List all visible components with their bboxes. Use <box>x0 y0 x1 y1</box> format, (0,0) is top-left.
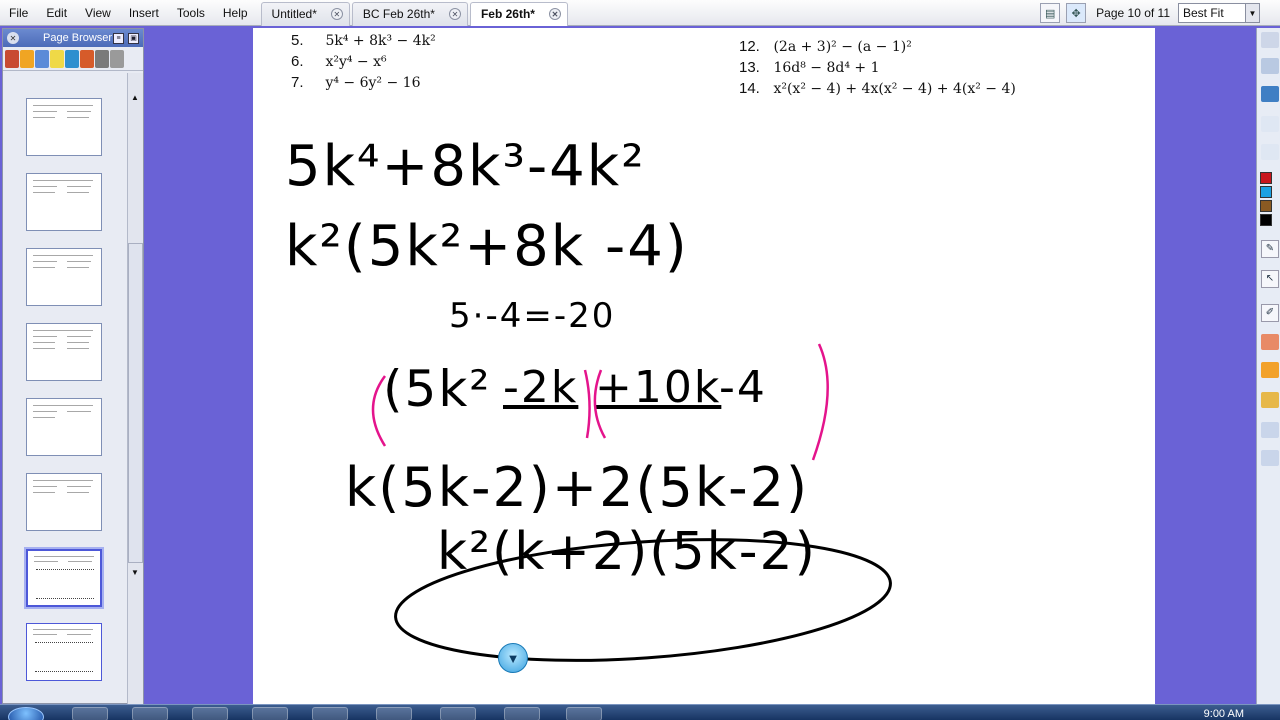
mail-taskbar-icon[interactable] <box>252 707 288 720</box>
tool-select-icon[interactable] <box>1261 32 1279 48</box>
page-browser-title: Page Browser <box>43 32 113 44</box>
reveal-icon[interactable] <box>1261 422 1279 438</box>
smart-taskbar-icon[interactable] <box>566 707 602 720</box>
flipchart-icon[interactable] <box>80 49 94 68</box>
text-icon[interactable] <box>1261 392 1279 408</box>
zoom-fit-value: Best Fit <box>1183 6 1224 20</box>
page-thumbnail-1[interactable] <box>26 98 102 156</box>
menu-bar: File Edit View Insert Tools Help Untitle… <box>0 0 1280 26</box>
tab-bc-feb-26th[interactable]: BC Feb 26th* ✕ <box>351 1 468 26</box>
tools-taskbar-icon[interactable] <box>504 707 540 720</box>
shape-icon[interactable] <box>1261 334 1279 350</box>
close-icon[interactable]: ✕ <box>548 8 561 20</box>
tool-eraser-icon[interactable] <box>1261 144 1279 160</box>
page-thumbnail-current[interactable] <box>24 547 104 609</box>
chevron-down-icon[interactable]: ▼ <box>1245 4 1259 22</box>
chevron-up-icon[interactable]: ▲ <box>131 93 139 102</box>
tab-untitled[interactable]: Untitled* ✕ <box>260 1 350 26</box>
explorer-taskbar-icon[interactable] <box>132 707 168 720</box>
attachments-icon[interactable] <box>35 49 49 68</box>
page-thumbnail-2[interactable] <box>26 173 102 231</box>
answer-circle <box>394 538 892 662</box>
color-brown-icon[interactable] <box>1260 200 1272 212</box>
tools-icon[interactable] <box>95 49 109 68</box>
pink-paren-open-2 <box>593 369 607 439</box>
chrome-taskbar-icon[interactable] <box>376 707 412 720</box>
taskbar: 9:00 AM <box>0 704 1280 720</box>
page-thumbnail-6[interactable] <box>26 473 102 531</box>
menu-insert[interactable]: Insert <box>120 2 168 24</box>
pin-icon[interactable]: ▣ <box>128 32 139 44</box>
add-ons-icon[interactable] <box>110 49 124 68</box>
page-thumbnail-list <box>3 73 121 705</box>
select-cursor-icon[interactable]: ↖ <box>1261 270 1279 288</box>
color-blue-icon[interactable] <box>1260 186 1272 198</box>
page-browser-side-rail: ▲ ▼ <box>127 73 143 705</box>
ink-strokes <box>371 343 892 662</box>
page-sorter-icon[interactable] <box>5 49 19 68</box>
page-thumbnail-3[interactable] <box>26 248 102 306</box>
color-red-icon[interactable] <box>1260 172 1272 184</box>
side-tabs-toolbar <box>3 47 143 71</box>
tab-label: Untitled* <box>271 7 317 21</box>
menu-edit[interactable]: Edit <box>37 2 76 24</box>
start-button-icon[interactable] <box>8 707 44 720</box>
gallery-icon[interactable] <box>20 49 34 68</box>
media-taskbar-icon[interactable] <box>192 707 228 720</box>
page-browser-header: ✕ Page Browser ≡ ▣ <box>3 29 143 47</box>
page-view-icon[interactable]: ▤ <box>1040 3 1061 23</box>
tool-arrow-icon[interactable] <box>1261 116 1279 132</box>
tool-browser-icon[interactable] <box>1261 86 1279 102</box>
close-icon[interactable]: ✕ <box>7 32 19 44</box>
tab-label: BC Feb 26th* <box>362 7 435 21</box>
page-thumbnail-5[interactable] <box>26 398 102 456</box>
chevron-down-icon[interactable]: ▼ <box>131 568 139 577</box>
tab-label: Feb 26th* <box>480 7 535 21</box>
color-black-icon[interactable] <box>1260 214 1272 226</box>
menu-help[interactable]: Help <box>214 2 257 24</box>
menu-tools[interactable]: Tools <box>168 2 214 24</box>
document-tabs: Untitled* ✕ BC Feb 26th* ✕ Feb 26th* ✕ <box>260 0 570 26</box>
tab-feb-26th[interactable]: Feb 26th* ✕ <box>469 1 568 26</box>
spotlight-icon[interactable] <box>1261 450 1279 466</box>
menu-icon[interactable]: ≡ <box>113 32 124 44</box>
page-browser-panel: ✕ Page Browser ≡ ▣ ▲ ▼ <box>2 28 144 705</box>
right-toolbox: ✎ ↖ ✐ <box>1256 28 1280 704</box>
page-indicator: Page 10 of 11 <box>1096 6 1170 20</box>
close-icon[interactable]: ✕ <box>448 8 461 20</box>
scrollbar-thumb[interactable] <box>128 243 143 563</box>
notes-icon[interactable] <box>50 49 64 68</box>
app-taskbar-icon[interactable] <box>312 707 348 720</box>
page-thumbnail-11[interactable] <box>26 623 102 681</box>
menu-view[interactable]: View <box>76 2 120 24</box>
flipchart-page[interactable]: 5. 5k⁴ + 8k³ − 4k² 6. x²y⁴ − x⁶ 7. y⁴ − … <box>253 28 1155 704</box>
tool-main-icon[interactable] <box>1261 58 1279 74</box>
highlighter-icon[interactable]: ✐ <box>1261 304 1279 322</box>
zoom-fit-select[interactable]: Best Fit ▼ <box>1178 3 1260 23</box>
pink-paren-close-2 <box>811 343 829 461</box>
clock: 9:00 AM <box>1203 708 1244 720</box>
close-icon[interactable]: ✕ <box>330 8 343 20</box>
menu-file[interactable]: File <box>0 2 37 24</box>
properties-icon[interactable] <box>65 49 79 68</box>
ie-taskbar-icon[interactable] <box>440 707 476 720</box>
pen-icon[interactable]: ✎ <box>1261 240 1279 258</box>
page-thumbnail-4[interactable] <box>26 323 102 381</box>
browser-taskbar-icon[interactable] <box>72 707 108 720</box>
fill-icon[interactable] <box>1261 362 1279 378</box>
full-screen-icon[interactable]: ✥ <box>1066 3 1087 23</box>
page-scroll-down-icon[interactable]: ▼ <box>498 643 528 673</box>
pink-paren-open-1 <box>371 375 387 447</box>
pink-paren-close-1 <box>583 369 591 439</box>
